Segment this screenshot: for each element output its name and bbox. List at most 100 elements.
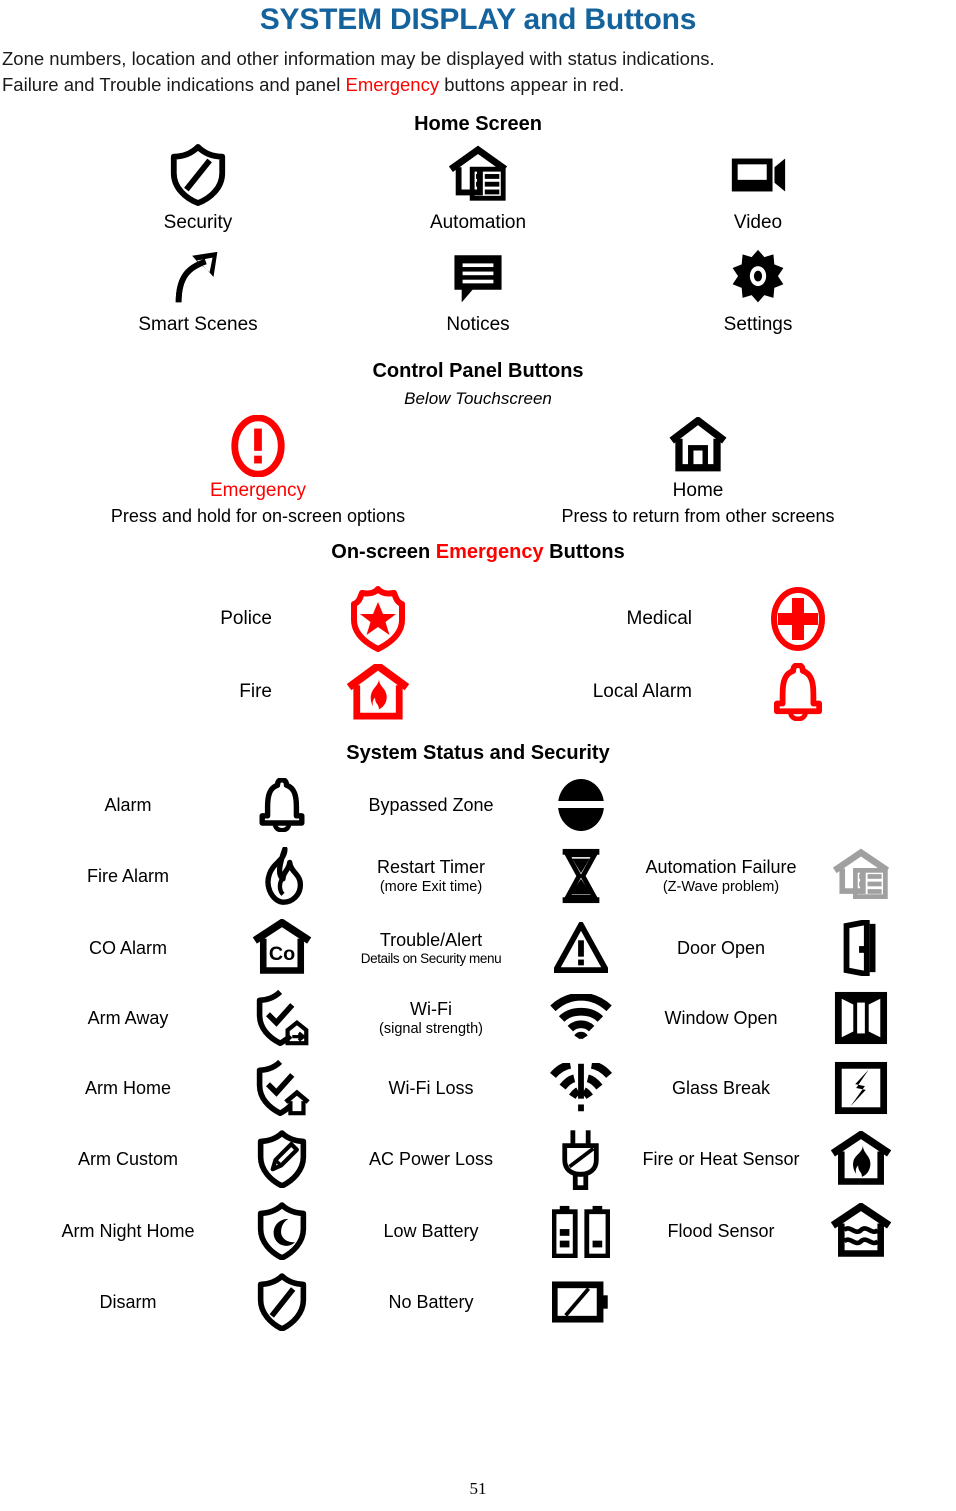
home-item-label: Automation [429, 212, 527, 234]
status-row: CO Alarm Co Trouble/Alert Details on Sec… [28, 913, 928, 983]
control-panel-heading: Control Panel Buttons [372, 360, 584, 383]
glass-break-icon [806, 1061, 916, 1115]
status-label-alarm: Alarm [104, 795, 152, 816]
home-item-automation[interactable]: Automation [338, 142, 618, 244]
status-label-flood-sensor: Flood Sensor [667, 1221, 775, 1242]
control-panel-home-button[interactable]: Home Press to return from other screens [478, 415, 918, 527]
status-label-arm-home: Arm Home [84, 1078, 171, 1099]
wifi-loss-icon [526, 1063, 636, 1113]
status-label-fire-alarm: Fire Alarm [86, 866, 169, 887]
emergency-label-medical: Medical [626, 607, 692, 629]
door-open-icon [806, 920, 916, 977]
flame-icon [228, 847, 336, 905]
police-button[interactable] [278, 585, 478, 652]
intro-line-2-text-b: buttons appear in red. [439, 74, 625, 96]
emergency-label-police: Police [220, 607, 272, 629]
status-label-main: Automation Failure [645, 857, 797, 878]
intro-line-2-text-a: Failure and Trouble indications and pane… [2, 74, 346, 96]
status-label-main: Wi-Fi [410, 999, 452, 1020]
house-list-gray-icon [806, 847, 916, 905]
status-label-wifi: Wi-Fi (signal strength) [336, 999, 526, 1036]
warning-triangle-icon [526, 922, 636, 974]
status-row: Disarm No Battery [28, 1267, 928, 1337]
speech-bubble-lines-icon [449, 244, 507, 310]
status-label-ac-power-loss: AC Power Loss [368, 1149, 494, 1170]
hourglass-icon [526, 847, 636, 905]
wifi-icon [526, 994, 636, 1042]
onscreen-emergency-grid: Police Medical Fire Local Alarm [48, 582, 908, 728]
status-row: Arm Away Wi-Fi (signal strength) Window … [28, 983, 928, 1053]
status-label-low-battery: Low Battery [383, 1221, 479, 1242]
shield-check-home-icon [228, 1059, 336, 1117]
status-label-arm-away: Arm Away [87, 1008, 169, 1029]
shield-pencil-icon [228, 1130, 336, 1189]
home-item-settings[interactable]: Settings [618, 244, 898, 346]
home-item-smart-scenes[interactable]: Smart Scenes [58, 244, 338, 346]
status-label-main: Restart Timer [376, 857, 486, 878]
no-battery-icon [526, 1281, 636, 1323]
status-row: Arm Custom AC Power Loss Fire or Heat Se… [28, 1123, 928, 1195]
onscreen-heading-b: Buttons [543, 541, 625, 564]
house-flame-sensor-icon [806, 1131, 916, 1187]
emergency-label-fire: Fire [239, 680, 272, 702]
page-number: 51 [469, 1479, 487, 1498]
curved-arrow-icon [167, 244, 229, 310]
shield-slash-icon [167, 142, 229, 208]
shield-slash-icon [228, 1273, 336, 1332]
house-outline-icon [669, 415, 727, 477]
onscreen-heading-a: On-screen [331, 541, 436, 564]
fire-button[interactable] [278, 663, 478, 720]
house-list-icon [447, 142, 509, 208]
bell-icon [773, 662, 823, 721]
intro-line-1: Zone numbers, location and other informa… [2, 47, 715, 69]
police-badge-star-icon [348, 585, 408, 652]
home-item-label: Settings [723, 314, 793, 336]
status-label-glass-break: Glass Break [671, 1078, 771, 1099]
home-item-label: Notices [446, 314, 510, 336]
emergency-row: Fire Local Alarm [48, 655, 908, 728]
power-plug-icon [526, 1128, 636, 1191]
status-label-wifi-loss: Wi-Fi Loss [388, 1078, 474, 1099]
emergency-label-local-alarm: Local Alarm [592, 680, 692, 702]
status-label-window-open: Window Open [664, 1008, 778, 1029]
home-item-video[interactable]: Video [618, 142, 898, 244]
control-panel-button-label: Emergency [209, 480, 307, 502]
window-open-icon [806, 991, 916, 1045]
onscreen-heading-emphasis: Emergency [435, 541, 544, 564]
home-screen-grid: Security Automation Video Smart Scenes N… [58, 142, 898, 346]
status-row: Arm Night Home Low Battery Flood Sensor [28, 1195, 928, 1267]
control-panel-subheading: Below Touchscreen [404, 389, 552, 409]
medical-cross-oval-icon [770, 586, 826, 652]
control-panel-button-hint: Press and hold for on-screen options [110, 506, 406, 527]
home-item-security[interactable]: Security [58, 142, 338, 244]
onscreen-emergency-heading: On-screen Emergency Buttons [0, 541, 956, 564]
control-panel-emergency-button[interactable]: Emergency Press and hold for on-screen o… [38, 415, 478, 527]
status-label-trouble-alert: Trouble/Alert Details on Security menu [336, 930, 526, 966]
status-row: Arm Home Wi-Fi Loss Glass Break [28, 1053, 928, 1123]
local-alarm-button[interactable] [698, 662, 898, 721]
status-label-sub: (Z-Wave problem) [662, 878, 780, 895]
status-label-restart-timer: Restart Timer (more Exit time) [336, 857, 526, 894]
status-label-co-alarm: CO Alarm [88, 938, 167, 959]
house-flame-icon [347, 663, 409, 720]
shield-check-away-icon [228, 989, 336, 1047]
home-item-notices[interactable]: Notices [338, 244, 618, 346]
page-title: SYSTEM DISPLAY and Buttons [259, 3, 697, 36]
shield-moon-icon [228, 1202, 336, 1261]
system-status-heading: System Status and Security [346, 742, 610, 765]
home-screen-heading: Home Screen [414, 113, 542, 136]
home-item-label: Video [733, 212, 783, 234]
bell-icon [228, 778, 336, 833]
status-label-arm-night-home: Arm Night Home [61, 1221, 195, 1242]
system-status-grid: Alarm Bypassed Zone Fire Alarm Restart T… [28, 771, 928, 1337]
status-label-sub: (signal strength) [379, 1020, 483, 1037]
status-label-sub: (more Exit time) [379, 878, 483, 895]
status-label-sub: Details on Security menu [360, 951, 502, 967]
control-panel-button-hint: Press to return from other screens [561, 506, 835, 527]
medical-button[interactable] [698, 586, 898, 652]
video-camera-icon [727, 142, 789, 208]
control-panel-button-label: Home [672, 480, 724, 502]
status-label-disarm: Disarm [99, 1292, 157, 1313]
svg-text:Co: Co [269, 943, 295, 965]
control-panel-buttons-row: Emergency Press and hold for on-screen o… [38, 415, 918, 527]
